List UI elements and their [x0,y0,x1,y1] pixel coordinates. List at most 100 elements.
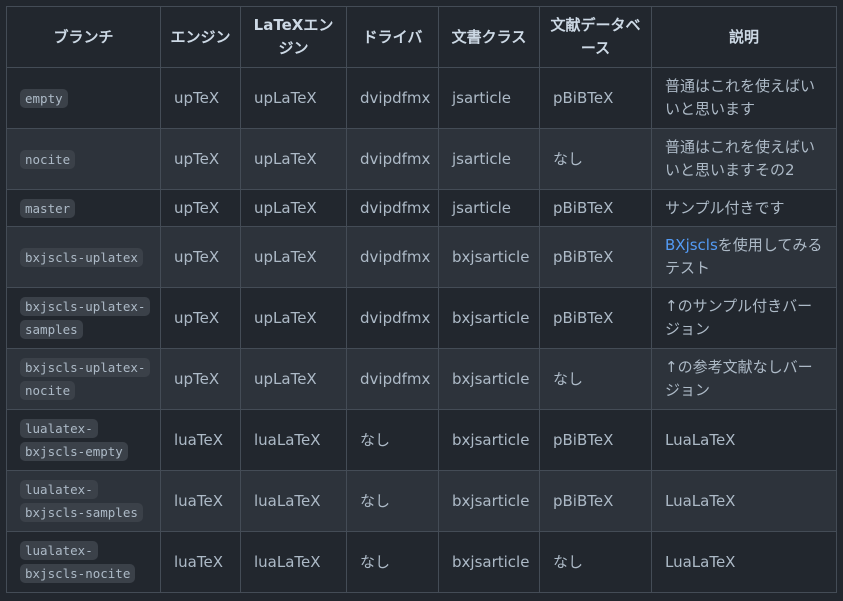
engine-cell: upTeX [160,189,241,227]
engine-cell: upTeX [160,67,241,129]
branch-name: bxjscls-uplatex-samples [20,297,151,339]
branch-table: ブランチ エンジン LaTeXエンジン ドライバ 文書クラス 文献データベース … [6,6,837,593]
branch-cell: bxjscls-uplatex-samples [6,287,161,349]
branch-cell: lualatex-bxjscls-samples [6,470,161,532]
branch-cell: bxjscls-uplatex-nocite [6,348,161,410]
header-description: 説明 [651,6,837,68]
branch-cell: nocite [6,128,161,190]
branch-cell: lualatex-bxjscls-nocite [6,531,161,593]
description-cell: 普通はこれを使えばいいと思います [651,67,837,129]
table-row: lualatex-bxjscls-nocite luaTeX luaLaTeX … [6,531,837,593]
table-header-row: ブランチ エンジン LaTeXエンジン ドライバ 文書クラス 文献データベース … [6,6,837,68]
doc-class-cell: bxjsarticle [438,226,540,288]
table-row: empty upTeX upLaTeX dvipdfmx jsarticle p… [6,67,837,129]
latex-engine-cell: upLaTeX [240,128,347,190]
engine-cell: upTeX [160,348,241,410]
engine-cell: upTeX [160,226,241,288]
description-text: LuaLaTeX [665,430,736,449]
bxjscls-link[interactable]: BXjscls [665,236,718,254]
doc-class-cell: jsarticle [438,67,540,129]
driver-cell: dvipdfmx [346,287,439,349]
driver-cell: dvipdfmx [346,128,439,190]
description-cell: LuaLaTeX [651,531,837,593]
doc-class-cell: jsarticle [438,128,540,190]
branch-name: bxjscls-uplatex-nocite [20,358,151,400]
description-text: サンプル付きです [665,198,785,217]
table-row: bxjscls-uplatex-samples upTeX upLaTeX dv… [6,287,837,349]
driver-cell: dvipdfmx [346,226,439,288]
bib-db-cell: なし [539,348,652,410]
bib-db-cell: pBiBTeX [539,470,652,532]
description-cell: 普通はこれを使えばいいと思いますその2 [651,128,837,190]
bib-db-cell: pBiBTeX [539,226,652,288]
bib-db-cell: なし [539,531,652,593]
engine-cell: luaTeX [160,531,241,593]
bib-db-cell: なし [539,128,652,190]
branch-name: bxjscls-uplatex [20,247,143,267]
table-row: bxjscls-uplatex upTeX upLaTeX dvipdfmx b… [6,226,837,288]
branch-cell: bxjscls-uplatex [6,226,161,288]
header-bib-db: 文献データベース [539,6,652,68]
latex-engine-cell: upLaTeX [240,287,347,349]
branch-name: empty [20,88,68,108]
table-row: master upTeX upLaTeX dvipdfmx jsarticle … [6,189,837,227]
doc-class-cell: bxjsarticle [438,470,540,532]
description-cell: ↑の参考文献なしバージョン [651,348,837,410]
latex-engine-cell: upLaTeX [240,67,347,129]
description-cell: ↑のサンプル付きバージョン [651,287,837,349]
branch-name: lualatex-bxjscls-nocite [20,541,136,583]
latex-engine-cell: upLaTeX [240,189,347,227]
latex-engine-cell: upLaTeX [240,226,347,288]
engine-cell: upTeX [160,128,241,190]
bib-db-cell: pBiBTeX [539,189,652,227]
table-row: nocite upTeX upLaTeX dvipdfmx jsarticle … [6,128,837,190]
bib-db-cell: pBiBTeX [539,287,652,349]
description-cell: LuaLaTeX [651,470,837,532]
driver-cell: なし [346,531,439,593]
engine-cell: luaTeX [160,470,241,532]
description-cell: LuaLaTeX [651,409,837,471]
description-cell: BXjsclsを使用してみるテスト [651,226,837,288]
header-doc-class: 文書クラス [438,6,540,68]
engine-cell: luaTeX [160,409,241,471]
driver-cell: dvipdfmx [346,67,439,129]
doc-class-cell: bxjsarticle [438,531,540,593]
engine-cell: upTeX [160,287,241,349]
doc-class-cell: bxjsarticle [438,287,540,349]
header-driver: ドライバ [346,6,439,68]
driver-cell: dvipdfmx [346,189,439,227]
description-cell: サンプル付きです [651,189,837,227]
header-engine: エンジン [160,6,241,68]
doc-class-cell: bxjsarticle [438,348,540,410]
branch-name: lualatex-bxjscls-samples [20,480,143,522]
description-text: ↑の参考文献なしバージョン [665,358,813,399]
header-latex-engine: LaTeXエンジン [240,6,347,68]
branch-name: lualatex-bxjscls-empty [20,419,128,461]
branch-table-container: ブランチ エンジン LaTeXエンジン ドライバ 文書クラス 文献データベース … [6,6,837,593]
branch-name: nocite [20,149,76,169]
description-text: ↑のサンプル付きバージョン [665,297,813,338]
latex-engine-cell: upLaTeX [240,348,347,410]
bib-db-cell: pBiBTeX [539,67,652,129]
description-text: LuaLaTeX [665,552,736,571]
table-row: lualatex-bxjscls-samples luaTeX luaLaTeX… [6,470,837,532]
branch-name: master [20,198,76,218]
driver-cell: なし [346,409,439,471]
driver-cell: dvipdfmx [346,348,439,410]
description-text: 普通はこれを使えばいいと思いますその2 [665,138,816,179]
driver-cell: なし [346,470,439,532]
description-text: 普通はこれを使えばいいと思います [665,77,816,118]
latex-engine-cell: luaLaTeX [240,409,347,471]
doc-class-cell: bxjsarticle [438,409,540,471]
table-row: lualatex-bxjscls-empty luaTeX luaLaTeX な… [6,409,837,471]
branch-cell: master [6,189,161,227]
doc-class-cell: jsarticle [438,189,540,227]
table-row: bxjscls-uplatex-nocite upTeX upLaTeX dvi… [6,348,837,410]
description-text: LuaLaTeX [665,491,736,510]
bib-db-cell: pBiBTeX [539,409,652,471]
branch-cell: lualatex-bxjscls-empty [6,409,161,471]
branch-cell: empty [6,67,161,129]
latex-engine-cell: luaLaTeX [240,470,347,532]
header-branch: ブランチ [6,6,161,68]
latex-engine-cell: luaLaTeX [240,531,347,593]
